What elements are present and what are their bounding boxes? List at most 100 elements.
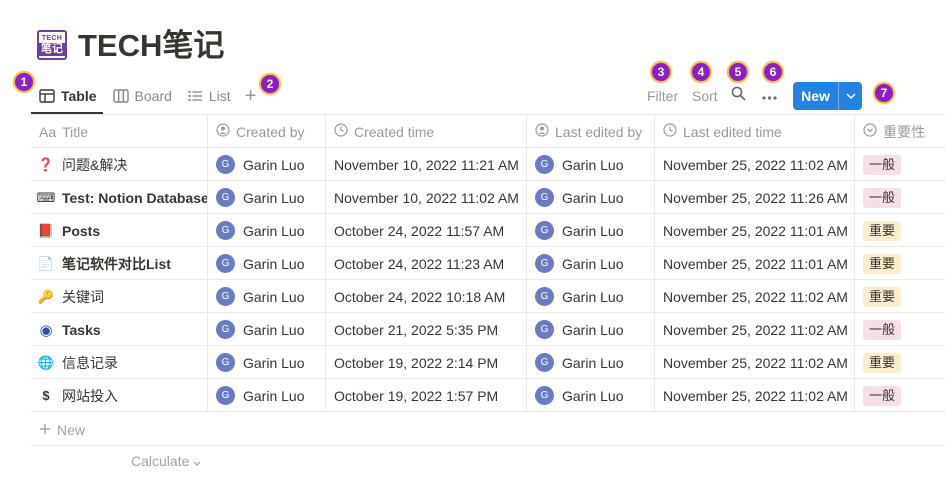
importance-cell[interactable]: 重要 <box>855 214 945 247</box>
table-row[interactable]: ◉ Tasks G Garin Luo October 21, 2022 5:35 PM… <box>31 313 945 346</box>
table-row[interactable]: 🌐 信息记录 G Garin Luo October 19, 2022 2:14 PM G… <box>31 346 945 379</box>
last-edited-time-cell[interactable]: November 25, 2022 11:02 AM <box>655 379 855 412</box>
importance-cell[interactable]: 一般 <box>855 379 945 412</box>
title-cell[interactable]: 🔑 关键词 <box>31 280 208 313</box>
avatar: G <box>535 254 554 273</box>
importance-cell[interactable]: 重要 <box>855 346 945 379</box>
created-by-cell[interactable]: G Garin Luo <box>208 148 326 181</box>
last-edited-time-cell[interactable]: November 25, 2022 11:02 AM <box>655 280 855 313</box>
column-label: Created by <box>236 123 305 140</box>
avatar: G <box>216 188 235 207</box>
importance-tag: 一般 <box>863 319 902 340</box>
table-row[interactable]: 📕 Posts G Garin Luo October 24, 2022 11:57 A… <box>31 214 945 247</box>
last-edited-time-cell[interactable]: November 25, 2022 11:02 AM <box>655 346 855 379</box>
column-header-created-by[interactable]: Created by <box>208 115 326 148</box>
avatar: G <box>535 221 554 240</box>
last-edited-time-cell[interactable]: November 25, 2022 11:02 AM <box>655 148 855 181</box>
table-row[interactable]: 🔑 关键词 G Garin Luo October 24, 2022 10:18 AM G… <box>31 280 945 313</box>
importance-cell[interactable]: 重要 <box>855 280 945 313</box>
created-by-cell[interactable]: G Garin Luo <box>208 379 326 412</box>
last-edited-by-cell[interactable]: G Garin Luo <box>527 313 655 346</box>
importance-tag: 重要 <box>863 352 902 373</box>
created-time-value: November 10, 2022 11:21 AM <box>334 156 519 173</box>
last-edited-by-cell[interactable]: G Garin Luo <box>527 379 655 412</box>
created-by-name: Garin Luo <box>243 156 305 173</box>
chevron-down-icon[interactable] <box>839 93 862 99</box>
avatar: G <box>216 221 235 240</box>
importance-tag: 重要 <box>863 253 902 274</box>
last-edited-time-cell[interactable]: November 25, 2022 11:02 AM <box>655 313 855 346</box>
column-header-last-edited-time[interactable]: Last edited time <box>655 115 855 148</box>
created-time-cell[interactable]: November 10, 2022 11:21 AM <box>326 148 527 181</box>
created-by-cell[interactable]: G Garin Luo <box>208 346 326 379</box>
created-by-cell[interactable]: G Garin Luo <box>208 280 326 313</box>
created-by-cell[interactable]: G Garin Luo <box>208 181 326 214</box>
annotation-badge-6: 6 <box>762 61 784 83</box>
last-edited-time-cell[interactable]: November 25, 2022 11:01 AM <box>655 247 855 280</box>
created-time-cell[interactable]: October 19, 2022 1:57 PM <box>326 379 527 412</box>
page-emoji-icon: 🌐 <box>37 354 55 370</box>
title-cell[interactable]: ◉ Tasks <box>31 313 208 346</box>
title-cell[interactable]: 📕 Posts <box>31 214 208 247</box>
created-by-cell[interactable]: G Garin Luo <box>208 214 326 247</box>
last-edited-by-cell[interactable]: G Garin Luo <box>527 148 655 181</box>
created-time-cell[interactable]: October 24, 2022 11:57 AM <box>326 214 527 247</box>
calculate-label: Calculate <box>131 453 190 469</box>
created-time-cell[interactable]: October 24, 2022 11:23 AM <box>326 247 527 280</box>
tab-table[interactable]: Table <box>31 80 105 112</box>
title-cell[interactable]: $ 网站投入 <box>31 379 208 412</box>
new-button[interactable]: New <box>793 82 862 110</box>
last-edited-by-name: Garin Luo <box>562 387 624 404</box>
last-edited-time-cell[interactable]: November 25, 2022 11:26 AM <box>655 181 855 214</box>
annotation-badge-3: 3 <box>650 61 672 83</box>
title-cell[interactable]: ❓ 问题&解决 <box>31 148 208 181</box>
created-by-cell[interactable]: G Garin Luo <box>208 313 326 346</box>
tab-list[interactable]: List <box>180 80 239 112</box>
filter-button[interactable]: Filter <box>647 80 678 112</box>
last-edited-time-cell[interactable]: November 25, 2022 11:01 AM <box>655 214 855 247</box>
annotation-badge-1: 1 <box>13 71 35 93</box>
clock-icon <box>334 123 348 140</box>
last-edited-by-cell[interactable]: G Garin Luo <box>527 346 655 379</box>
title-cell[interactable]: ⌨ Test: Notion Database <box>31 181 208 214</box>
created-time-cell[interactable]: October 24, 2022 10:18 AM <box>326 280 527 313</box>
last-edited-by-name: Garin Luo <box>562 288 624 305</box>
search-button[interactable] <box>731 80 746 112</box>
created-by-name: Garin Luo <box>243 189 305 206</box>
table-row[interactable]: ⌨ Test: Notion Database G Garin Luo November… <box>31 181 945 214</box>
sort-button[interactable]: Sort <box>692 80 718 112</box>
last-edited-by-cell[interactable]: G Garin Luo <box>527 280 655 313</box>
column-header-importance[interactable]: 重要性 <box>855 115 945 148</box>
tab-board[interactable]: Board <box>105 80 180 112</box>
column-header-title[interactable]: Aa Title <box>31 115 208 148</box>
table-row[interactable]: $ 网站投入 G Garin Luo October 19, 2022 1:57 PM G… <box>31 379 945 412</box>
more-options-button[interactable] <box>762 80 777 112</box>
created-time-cell[interactable]: October 19, 2022 2:14 PM <box>326 346 527 379</box>
created-time-value: October 24, 2022 11:23 AM <box>334 255 505 272</box>
page-icon[interactable]: TECH 笔记 <box>37 30 67 60</box>
created-by-cell[interactable]: G Garin Luo <box>208 247 326 280</box>
table-header-row: Aa Title Created by Created time Last ed… <box>31 115 945 148</box>
add-new-row-button[interactable]: New <box>31 414 945 446</box>
importance-cell[interactable]: 重要 <box>855 247 945 280</box>
importance-cell[interactable]: 一般 <box>855 313 945 346</box>
created-time-cell[interactable]: October 21, 2022 5:35 PM <box>326 313 527 346</box>
last-edited-by-cell[interactable]: G Garin Luo <box>527 214 655 247</box>
last-edited-by-cell[interactable]: G Garin Luo <box>527 247 655 280</box>
created-by-name: Garin Luo <box>243 288 305 305</box>
avatar: G <box>216 287 235 306</box>
created-by-name: Garin Luo <box>243 387 305 404</box>
title-cell[interactable]: 📄 笔记软件对比List <box>31 247 208 280</box>
table-row[interactable]: ❓ 问题&解决 G Garin Luo November 10, 2022 11:21 … <box>31 148 945 181</box>
last-edited-by-cell[interactable]: G Garin Luo <box>527 181 655 214</box>
created-time-cell[interactable]: November 10, 2022 11:02 AM <box>326 181 527 214</box>
created-time-value: October 19, 2022 1:57 PM <box>334 387 499 404</box>
page-title[interactable]: TECH笔记 <box>78 27 224 65</box>
column-header-last-edited-by[interactable]: Last edited by <box>527 115 655 148</box>
table-row[interactable]: 📄 笔记软件对比List G Garin Luo October 24, 2022 11… <box>31 247 945 280</box>
importance-cell[interactable]: 一般 <box>855 148 945 181</box>
importance-cell[interactable]: 一般 <box>855 181 945 214</box>
title-cell[interactable]: 🌐 信息记录 <box>31 346 208 379</box>
calculate-button[interactable]: Calculate <box>131 453 201 469</box>
column-header-created-time[interactable]: Created time <box>326 115 527 148</box>
